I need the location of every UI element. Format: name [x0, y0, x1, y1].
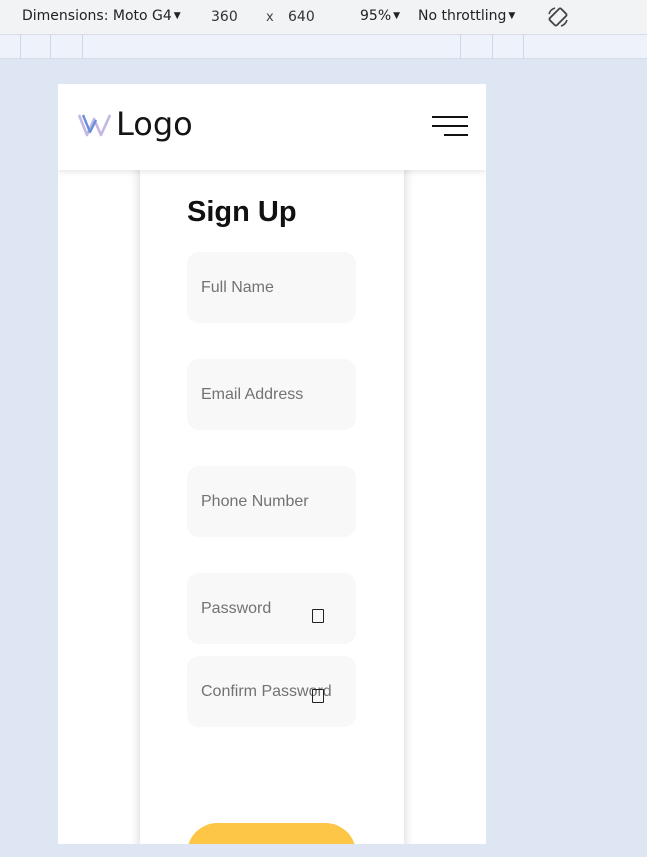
throttling-dropdown[interactable]: No throttling ▼ — [418, 8, 515, 24]
hamburger-line — [432, 116, 468, 118]
password-toggle-icon[interactable] — [312, 609, 324, 623]
full-name-input[interactable] — [187, 252, 356, 323]
hamburger-line — [432, 125, 468, 127]
device-viewport: Logo Sign Up Submit — [58, 84, 486, 844]
zoom-label: 95% — [360, 8, 392, 24]
phone-input[interactable] — [187, 466, 356, 537]
times-separator: x — [266, 10, 274, 25]
form-title: Sign Up — [187, 196, 297, 228]
rotate-icon[interactable] — [546, 5, 570, 29]
device-dropdown-label: Dimensions: Moto G4 — [22, 8, 172, 24]
email-input[interactable] — [187, 359, 356, 430]
height-input[interactable] — [282, 6, 338, 27]
width-input[interactable] — [205, 6, 261, 27]
caret-down-icon: ▼ — [508, 11, 516, 21]
ruler-segment[interactable] — [82, 35, 83, 59]
submit-button[interactable]: Submit — [187, 823, 356, 844]
caret-down-icon: ▼ — [173, 11, 181, 21]
media-query-bar[interactable] — [0, 34, 647, 59]
logo-text[interactable]: Logo — [116, 105, 193, 143]
device-dropdown[interactable]: Dimensions: Moto G4 ▼ — [22, 8, 181, 24]
devtools-toolbar: Dimensions: Moto G4▼ x 95%▼ No throttlin… — [0, 0, 647, 34]
signup-card: Sign Up Submit — [140, 144, 404, 844]
ruler-segment[interactable] — [492, 35, 493, 59]
ruler-segment[interactable] — [523, 35, 524, 59]
hamburger-line — [444, 134, 468, 136]
zoom-dropdown[interactable]: 95% ▼ — [360, 8, 400, 24]
confirm-password-input[interactable] — [187, 656, 356, 727]
ruler-segment[interactable] — [20, 35, 21, 59]
logo-icon — [78, 114, 112, 137]
ruler-segment[interactable] — [50, 35, 51, 59]
throttling-label: No throttling — [418, 8, 507, 24]
password-input[interactable] — [187, 573, 356, 644]
ruler-segment[interactable] — [460, 35, 461, 59]
hamburger-menu-icon[interactable] — [430, 116, 468, 138]
confirm-password-toggle-icon[interactable] — [312, 689, 324, 703]
caret-down-icon: ▼ — [393, 11, 401, 21]
navbar: Logo — [58, 84, 486, 170]
